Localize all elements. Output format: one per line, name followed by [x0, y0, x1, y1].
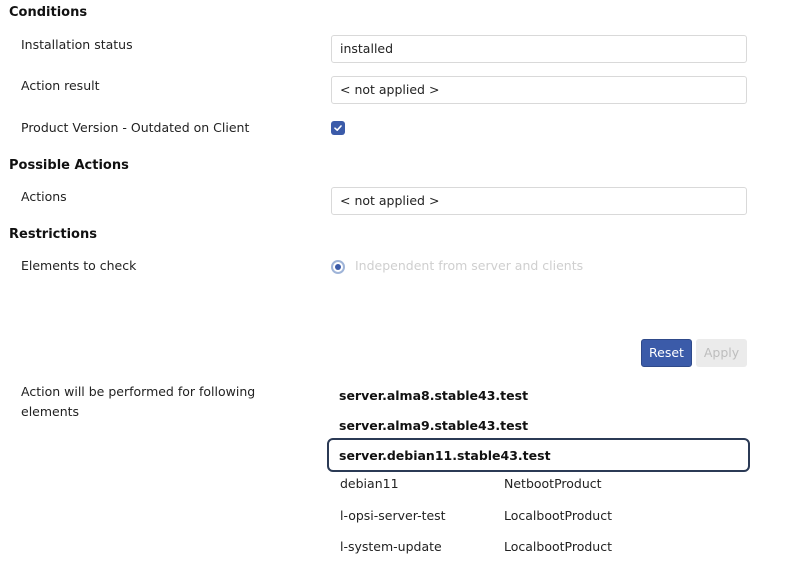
independent-radio[interactable] — [331, 260, 345, 274]
restrictions-heading: Restrictions — [9, 227, 97, 242]
actions-label: Actions — [21, 189, 67, 204]
list-item[interactable]: server.alma8.stable43.test — [339, 388, 528, 403]
elements-to-check-label: Elements to check — [21, 258, 137, 273]
product-type: LocalbootProduct — [504, 508, 612, 523]
action-result-select[interactable]: < not applied > — [331, 76, 747, 104]
reset-button[interactable]: Reset — [641, 339, 692, 367]
outdated-label: Product Version - Outdated on Client — [21, 120, 250, 135]
action-result-label: Action result — [21, 78, 100, 93]
affected-elements-label: Action will be performed for following e… — [21, 384, 256, 419]
list-item-selected[interactable]: server.debian11.stable43.test — [339, 448, 551, 463]
product-type: NetbootProduct — [504, 476, 602, 491]
installation-status-select[interactable]: installed — [331, 35, 747, 63]
list-item[interactable]: server.alma9.stable43.test — [339, 418, 528, 433]
check-icon — [334, 125, 342, 131]
radio-dot-icon — [335, 264, 341, 270]
possible-actions-heading: Possible Actions — [9, 158, 129, 173]
conditions-heading: Conditions — [9, 5, 88, 20]
installation-status-label: Installation status — [21, 37, 133, 52]
product-name[interactable]: debian11 — [340, 476, 399, 491]
apply-button[interactable]: Apply — [696, 339, 747, 367]
independent-radio-label: Independent from server and clients — [355, 258, 584, 273]
product-type: LocalbootProduct — [504, 539, 612, 554]
product-name[interactable]: l-opsi-server-test — [340, 508, 446, 523]
actions-select[interactable]: < not applied > — [331, 187, 747, 215]
product-name[interactable]: l-system-update — [340, 539, 442, 554]
outdated-checkbox[interactable] — [331, 121, 345, 135]
